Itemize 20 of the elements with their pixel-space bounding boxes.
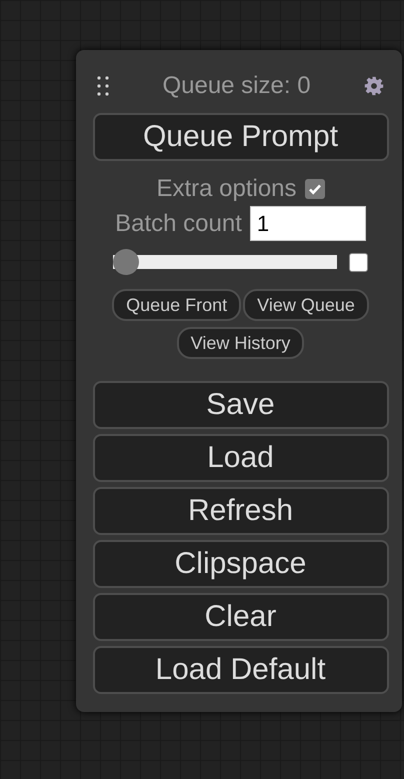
settings-icon[interactable] [364,76,384,96]
menu-button[interactable]: Save [92,381,388,429]
batch-count-field[interactable]: 1 [250,206,366,241]
extra-options-label: Extra options [156,175,297,203]
batch-count-label: Batch count [115,210,242,238]
slider-thumb[interactable] [113,249,139,275]
menu-button[interactable]: View History [176,327,304,359]
queue-size-label: Queue size: 0 [162,72,311,100]
menu-button[interactable]: Queue Front [112,289,242,321]
queue-prompt-button[interactable]: Queue Prompt [92,113,388,161]
checkmark-icon [308,182,322,196]
menu-button[interactable]: View Queue [243,289,369,321]
menu-button[interactable]: Clear [92,593,388,641]
extra-options-checkbox[interactable] [304,179,325,199]
menu-button[interactable]: Load Default [92,646,388,694]
menu-button[interactable]: Clipspace [92,540,388,588]
menu-button[interactable]: Load [92,434,388,482]
checkbox[interactable] [349,252,368,272]
drag-handle-icon[interactable] [97,76,109,96]
menu-button[interactable]: Refresh [92,487,388,535]
